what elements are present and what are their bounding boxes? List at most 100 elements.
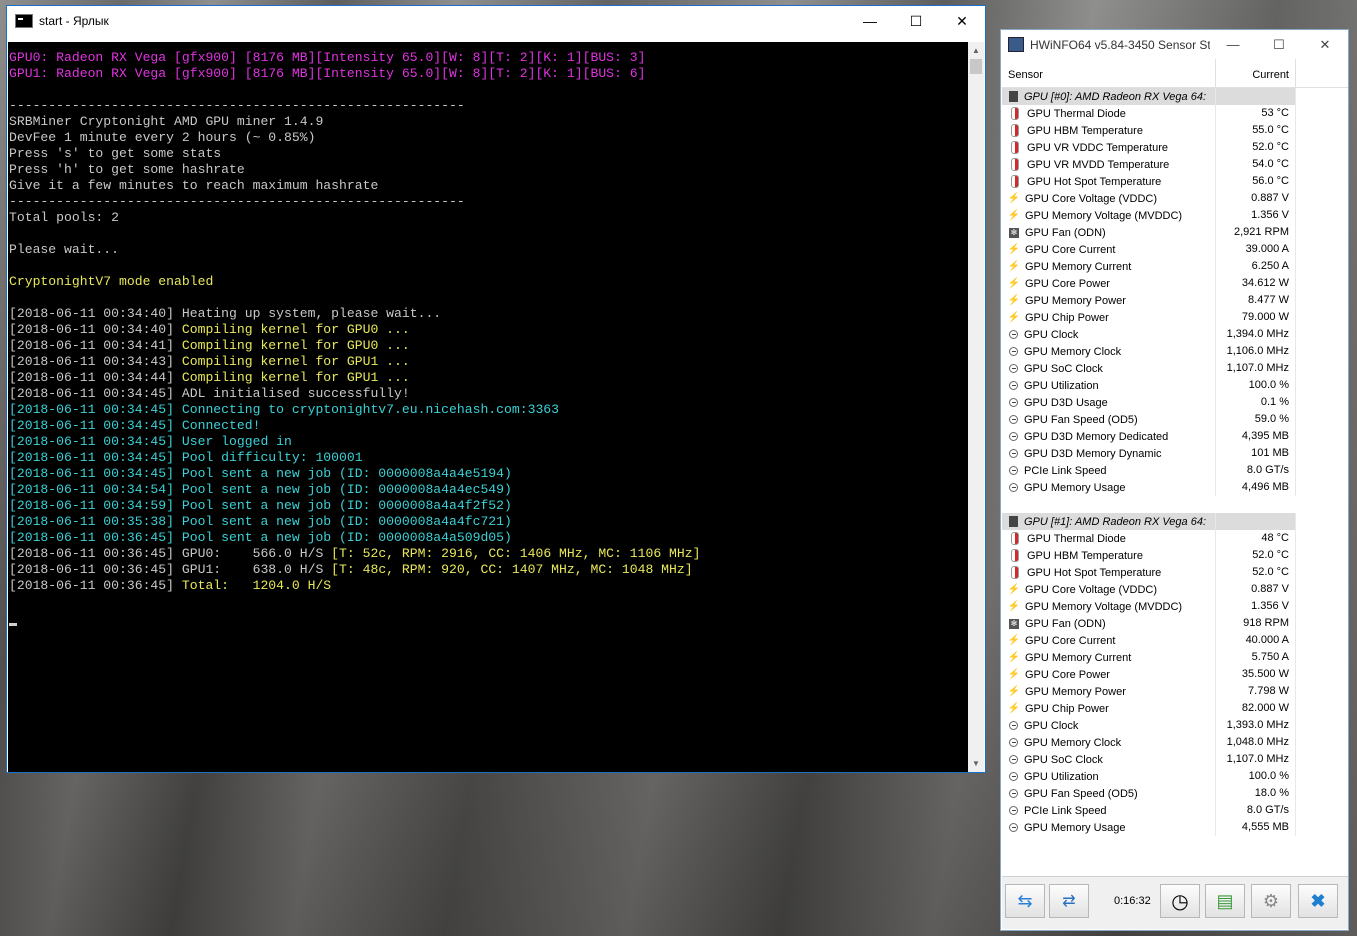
sensor-row[interactable]: ✻ GPU Fan (ODN) 918 RPM	[1002, 615, 1348, 632]
sensor-row[interactable]: GPU Memory Usage 4,496 MB	[1002, 479, 1348, 496]
sensor-name: GPU Chip Power	[1025, 311, 1109, 324]
hwinfo-window[interactable]: HWiNFO64 v5.84-3450 Sensor St... — ☐ ✕ S…	[1000, 29, 1349, 931]
sensor-value: 1,106.0 MHz	[1216, 343, 1296, 360]
sensor-row[interactable]: GPU D3D Memory Dynamic 101 MB	[1002, 445, 1348, 462]
sensor-row[interactable]: ⚡ GPU Memory Voltage (MVDDC) 1.356 V	[1002, 598, 1348, 615]
sensor-row[interactable]: GPU Hot Spot Temperature 56.0 °C	[1002, 173, 1348, 190]
sensor-name: GPU D3D Usage	[1024, 396, 1108, 409]
sensor-row[interactable]: ⚡ GPU Chip Power 82.000 W	[1002, 700, 1348, 717]
lightning-icon: ⚡	[1007, 244, 1021, 255]
console-line: [2018-06-11 00:34:45] Connecting to cryp…	[9, 402, 969, 418]
sensor-name: GPU Utilization	[1024, 379, 1099, 392]
sensor-row[interactable]: ⚡ GPU Memory Power 8.477 W	[1002, 292, 1348, 309]
sensor-value: 34.612 W	[1216, 275, 1296, 292]
sensor-row[interactable]: GPU Memory Clock 1,106.0 MHz	[1002, 343, 1348, 360]
console-window[interactable]: start - Ярлык — ☐ ✕ GPU0: Radeon RX Vega…	[6, 5, 986, 773]
sensor-row[interactable]: GPU Clock 1,393.0 MHz	[1002, 717, 1348, 734]
sensor-value: 59.0 %	[1216, 411, 1296, 428]
minimize-button[interactable]: —	[847, 6, 893, 36]
sensor-row[interactable]: GPU Thermal Diode 53 °C	[1002, 105, 1348, 122]
sensor-row[interactable]: GPU VR VDDC Temperature 52.0 °C	[1002, 139, 1348, 156]
report-add-icon[interactable]: ▤	[1205, 884, 1245, 918]
hwinfo-close-button[interactable]: ✕	[1302, 30, 1348, 60]
sensor-row[interactable]: PCIe Link Speed 8.0 GT/s	[1002, 462, 1348, 479]
sensor-group-header[interactable]: GPU [#0]: AMD Radeon RX Vega 64:	[1002, 88, 1348, 105]
sensor-row[interactable]: GPU Utilization 100.0 %	[1002, 377, 1348, 394]
sensor-value: 1,394.0 MHz	[1216, 326, 1296, 343]
sensor-row[interactable]: ⚡ GPU Core Voltage (VDDC) 0.887 V	[1002, 581, 1348, 598]
hwinfo-maximize-button[interactable]: ☐	[1256, 30, 1302, 60]
arrows-icon[interactable]: ⇆	[1005, 884, 1045, 918]
sensor-name-cell: ⚡ GPU Core Voltage (VDDC)	[1002, 581, 1216, 598]
scroll-up-icon[interactable]: ▲	[968, 42, 984, 59]
sensor-row[interactable]: GPU HBM Temperature 52.0 °C	[1002, 547, 1348, 564]
hwinfo-minimize-button[interactable]: —	[1210, 30, 1256, 60]
scroll-down-icon[interactable]: ▼	[968, 755, 984, 772]
scroll-thumb[interactable]	[970, 59, 982, 74]
sensor-row[interactable]: GPU Utilization 100.0 %	[1002, 768, 1348, 785]
lightning-icon: ⚡	[1007, 193, 1021, 204]
close-button[interactable]: ✕	[939, 6, 985, 36]
sensor-row[interactable]: GPU Thermal Diode 48 °C	[1002, 530, 1348, 547]
sensor-row[interactable]: ⚡ GPU Core Power 34.612 W	[1002, 275, 1348, 292]
sensor-name: PCIe Link Speed	[1024, 464, 1107, 477]
sensor-value: 55.0 °C	[1216, 122, 1296, 139]
sensor-name-cell: ⚡ GPU Memory Power	[1002, 292, 1216, 309]
sensor-group-header[interactable]: GPU [#1]: AMD Radeon RX Vega 64:	[1002, 513, 1348, 530]
sensor-row[interactable]: GPU VR MVDD Temperature 54.0 °C	[1002, 156, 1348, 173]
column-sensor[interactable]: Sensor	[1002, 59, 1216, 87]
console-line-text: [2018-06-11 00:34:45] Pool sent a new jo…	[9, 466, 512, 481]
column-current[interactable]: Current	[1216, 59, 1296, 87]
sensor-table-header: Sensor Current	[1002, 59, 1348, 88]
sensor-row[interactable]: PCIe Link Speed 8.0 GT/s	[1002, 802, 1348, 819]
maximize-button[interactable]: ☐	[893, 6, 939, 36]
sensor-row[interactable]: ⚡ GPU Core Voltage (VDDC) 0.887 V	[1002, 190, 1348, 207]
sensor-name: GPU SoC Clock	[1024, 753, 1103, 766]
sensor-row[interactable]: ⚡ GPU Memory Current 6.250 A	[1002, 258, 1348, 275]
sensor-row[interactable]: GPU D3D Usage 0.1 %	[1002, 394, 1348, 411]
sensor-row[interactable]: ⚡ GPU Core Current 39.000 A	[1002, 241, 1348, 258]
sensor-row[interactable]: GPU D3D Memory Dedicated 4,395 MB	[1002, 428, 1348, 445]
console-titlebar[interactable]: start - Ярлык — ☐ ✕	[7, 6, 985, 36]
console-line-text: Give it a few minutes to reach maximum h…	[9, 178, 379, 193]
sensor-row[interactable]: GPU Memory Usage 4,555 MB	[1002, 819, 1348, 836]
sensor-row[interactable]: GPU HBM Temperature 55.0 °C	[1002, 122, 1348, 139]
settings-gear-icon[interactable]: ⚙	[1251, 884, 1291, 918]
sensor-name: GPU Core Voltage (VDDC)	[1025, 192, 1158, 205]
sensor-value: 5.750 A	[1216, 649, 1296, 666]
gauge-icon	[1009, 449, 1018, 458]
console-line: CryptonightV7 mode enabled	[9, 274, 969, 290]
sensor-row[interactable]: GPU Memory Clock 1,048.0 MHz	[1002, 734, 1348, 751]
sensor-value: 54.0 °C	[1216, 156, 1296, 173]
console-line: [2018-06-11 00:36:45] Total: 1204.0 H/S	[9, 578, 969, 594]
console-scrollbar[interactable]: ▲ ▼	[968, 42, 984, 772]
console-output[interactable]: GPU0: Radeon RX Vega [gfx900] [8176 MB][…	[8, 42, 969, 772]
clock-icon[interactable]: ◷	[1160, 884, 1200, 918]
console-line: [2018-06-11 00:34:59] Pool sent a new jo…	[9, 498, 969, 514]
console-line: [2018-06-11 00:34:43] Compiling kernel f…	[9, 354, 969, 370]
sensor-row[interactable]: GPU Clock 1,394.0 MHz	[1002, 326, 1348, 343]
sensor-row[interactable]: ✻ GPU Fan (ODN) 2,921 RPM	[1002, 224, 1348, 241]
sensor-row[interactable]: ⚡ GPU Memory Power 7.798 W	[1002, 683, 1348, 700]
sensor-name: GPU Utilization	[1024, 770, 1099, 783]
sensor-row[interactable]: GPU SoC Clock 1,107.0 MHz	[1002, 360, 1348, 377]
network-icon[interactable]: ⇄	[1049, 884, 1089, 918]
sensor-name: GPU Memory Voltage (MVDDC)	[1025, 209, 1183, 222]
sensor-row[interactable]: ⚡ GPU Core Current 40.000 A	[1002, 632, 1348, 649]
sensor-row[interactable]: GPU Fan Speed (OD5) 59.0 %	[1002, 411, 1348, 428]
close-x-icon[interactable]: ✖	[1298, 884, 1338, 918]
sensor-name: GPU HBM Temperature	[1027, 124, 1143, 137]
sensor-row[interactable]: GPU Fan Speed (OD5) 18.0 %	[1002, 785, 1348, 802]
sensor-row[interactable]: ⚡ GPU Chip Power 79.000 W	[1002, 309, 1348, 326]
sensor-row[interactable]: GPU Hot Spot Temperature 52.0 °C	[1002, 564, 1348, 581]
sensor-row[interactable]: ⚡ GPU Memory Voltage (MVDDC) 1.356 V	[1002, 207, 1348, 224]
sensor-table[interactable]: Sensor Current GPU [#0]: AMD Radeon RX V…	[1002, 59, 1348, 905]
hwinfo-titlebar[interactable]: HWiNFO64 v5.84-3450 Sensor St... — ☐ ✕	[1001, 30, 1348, 59]
sensor-row[interactable]: ⚡ GPU Memory Current 5.750 A	[1002, 649, 1348, 666]
sensor-row[interactable]: GPU SoC Clock 1,107.0 MHz	[1002, 751, 1348, 768]
sensor-name: GPU Clock	[1024, 328, 1079, 341]
sensor-name-cell: GPU Utilization	[1002, 768, 1216, 785]
console-line-text: Compiling kernel for GPU0 ...	[174, 338, 410, 353]
sensor-row[interactable]: ⚡ GPU Core Power 35.500 W	[1002, 666, 1348, 683]
